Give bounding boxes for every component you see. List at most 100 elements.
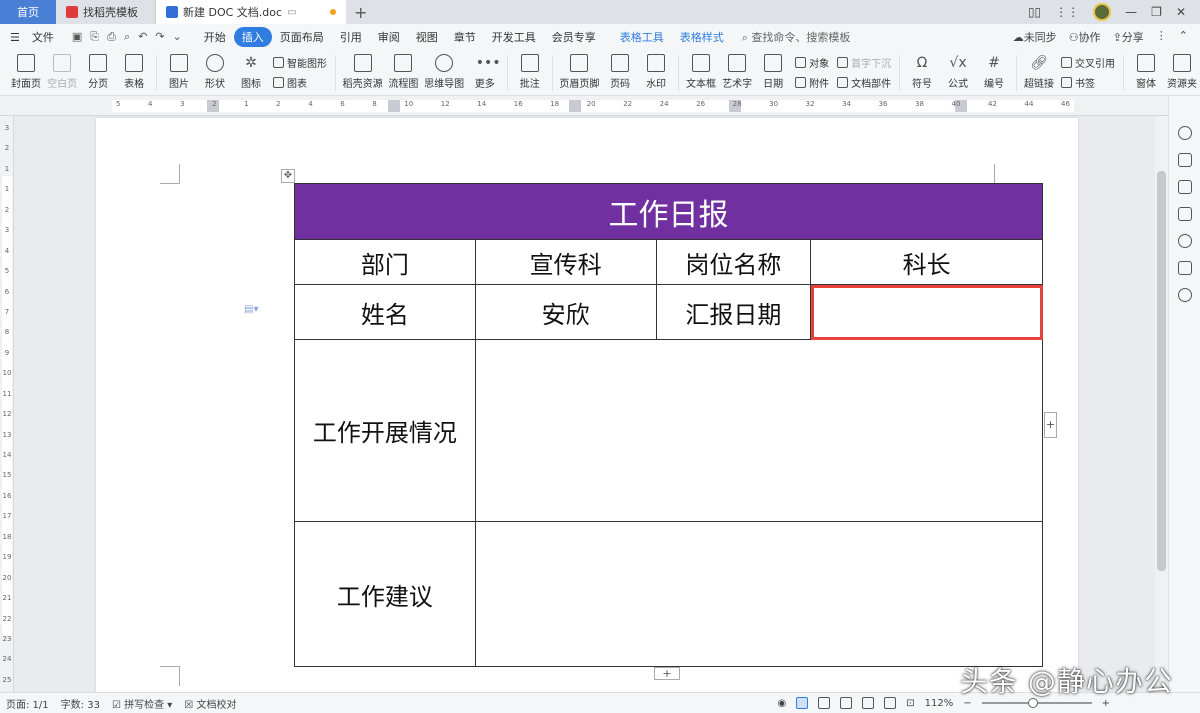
- suggestion-label-cell[interactable]: 工作建议: [294, 521, 476, 667]
- pen-icon[interactable]: [1177, 153, 1192, 167]
- vertical-scrollbar[interactable]: [1155, 116, 1168, 692]
- sync-button[interactable]: ☁未同步: [1013, 29, 1057, 45]
- form-button[interactable]: 窗体: [1132, 54, 1160, 90]
- zoom-level[interactable]: 112%: [925, 698, 954, 709]
- position-label-cell[interactable]: 岗位名称: [655, 239, 812, 285]
- undo-icon[interactable]: ↶: [138, 30, 147, 44]
- menu-references[interactable]: 引用: [332, 27, 370, 47]
- close-icon[interactable]: ✕: [1176, 5, 1186, 19]
- word-count[interactable]: 字数: 33: [61, 696, 100, 711]
- object-button[interactable]: 对象: [795, 55, 829, 70]
- name-label-cell[interactable]: 姓名: [294, 284, 476, 340]
- menu-insert[interactable]: 插入: [233, 27, 272, 47]
- menu-home[interactable]: 开始: [196, 27, 234, 47]
- position-value-cell[interactable]: 科长: [810, 239, 1043, 285]
- comment-button[interactable]: 批注: [516, 54, 544, 90]
- header-footer-button[interactable]: 页眉页脚: [559, 54, 599, 90]
- collab-button[interactable]: ⚇协作: [1069, 29, 1101, 45]
- blank-page-button[interactable]: 空白页: [47, 54, 77, 90]
- hamburger-icon[interactable]: ☰: [10, 31, 20, 44]
- docer-resources-button[interactable]: 稻壳资源: [343, 54, 383, 90]
- symbol-button[interactable]: Ω 符号: [908, 54, 936, 90]
- doc-parts-button[interactable]: 文档部件: [837, 75, 891, 90]
- minimize-icon[interactable]: —: [1125, 5, 1137, 19]
- add-row-button[interactable]: +: [654, 667, 680, 680]
- vertical-ruler[interactable]: 3 2 1 1 2 3 4 5 6 7 8 9 10 11 12 13 14 15 16 17 18 19 20 21 22 23…: [0, 116, 14, 692]
- collapse-icon[interactable]: ⌃: [1179, 29, 1188, 45]
- dept-value-cell[interactable]: 宣传科: [474, 239, 657, 285]
- resource-folder-button[interactable]: 资源夹: [1167, 54, 1197, 90]
- menu-review[interactable]: 审阅: [370, 27, 408, 47]
- page-view-icon[interactable]: [796, 697, 809, 709]
- tab-document[interactable]: 新建 DOC 文档.doc ▭: [156, 0, 346, 24]
- cross-ref-button[interactable]: 交叉引用: [1061, 55, 1115, 70]
- table-move-handle-icon[interactable]: ✥: [281, 169, 295, 183]
- outline-view-icon[interactable]: [818, 697, 831, 709]
- write-view-icon[interactable]: [884, 697, 897, 709]
- horizontal-ruler[interactable]: 5 4 3 2 1 2 4 6 8 10 12 14 16 18 20 22 24 26 28 30 32 34 36 38 4…: [0, 96, 1168, 116]
- menu-table-tools[interactable]: 表格工具: [612, 27, 672, 47]
- sliders-icon[interactable]: [1177, 207, 1192, 221]
- new-tab-button[interactable]: +: [346, 0, 375, 24]
- proofread-button[interactable]: ☒ 文档校对: [184, 696, 236, 711]
- flowchart-button[interactable]: 流程图: [388, 54, 418, 90]
- report-date-label-cell[interactable]: 汇报日期: [655, 284, 812, 340]
- grid-icon[interactable]: ⋮⋮: [1055, 5, 1079, 19]
- report-date-value-cell[interactable]: [810, 284, 1043, 340]
- numbering-button[interactable]: # 编号: [980, 54, 1008, 90]
- suggestion-value-cell[interactable]: [474, 521, 1044, 667]
- print-icon[interactable]: ⎙: [107, 30, 116, 44]
- document-page[interactable]: ✥ ▤▾ 工作日报 部门 宣传科 岗位名称 科长 姓名 安欣 汇报日期 工作开展…: [96, 118, 1078, 692]
- progress-value-cell[interactable]: [474, 339, 1044, 522]
- chart-button[interactable]: 图表: [273, 75, 327, 90]
- hyperlink-button[interactable]: 🔗︎ 超链接: [1024, 54, 1054, 90]
- table-title[interactable]: 工作日报: [294, 183, 1043, 240]
- command-search[interactable]: ⌕ 查找命令、搜索模板: [742, 29, 851, 45]
- monitor-icon[interactable]: ▭: [287, 7, 296, 18]
- zoom-slider[interactable]: [981, 698, 1092, 708]
- save-icon[interactable]: ▣: [72, 30, 82, 44]
- shape-button[interactable]: 形状: [201, 54, 229, 90]
- rocket-icon[interactable]: [1177, 126, 1192, 140]
- menu-file[interactable]: 文件: [24, 27, 62, 47]
- document-canvas[interactable]: ✥ ▤▾ 工作日报 部门 宣传科 岗位名称 科长 姓名 安欣 汇报日期 工作开展…: [14, 116, 1168, 692]
- web-view-icon[interactable]: [862, 697, 875, 709]
- dept-label-cell[interactable]: 部门: [294, 239, 476, 285]
- reading-view-icon[interactable]: [840, 697, 853, 709]
- picture-button[interactable]: 图片: [165, 54, 193, 90]
- date-button[interactable]: 日期: [759, 54, 787, 90]
- menu-member[interactable]: 会员专享: [544, 27, 604, 47]
- table-button[interactable]: 表格: [120, 54, 148, 90]
- more-button[interactable]: ••• 更多: [471, 54, 501, 90]
- location-icon[interactable]: [1177, 288, 1192, 302]
- restore-icon[interactable]: ❐: [1151, 5, 1162, 19]
- menu-view[interactable]: 视图: [408, 27, 446, 47]
- fit-page-icon[interactable]: ⊡: [906, 698, 914, 709]
- menu-layout[interactable]: 页面布局: [272, 27, 332, 47]
- smart-graphic-button[interactable]: 智能图形: [273, 55, 327, 70]
- help-icon[interactable]: [1177, 234, 1192, 248]
- chevron-down-icon[interactable]: ⌄: [173, 30, 182, 44]
- cursor-icon[interactable]: [1177, 180, 1192, 194]
- name-value-cell[interactable]: 安欣: [474, 284, 657, 340]
- share-button[interactable]: ⇪分享: [1113, 29, 1144, 45]
- more-icon[interactable]: ⋮: [1156, 29, 1167, 45]
- eye-protect-icon[interactable]: ◉: [778, 698, 787, 709]
- bookmark-button[interactable]: 书签: [1061, 75, 1115, 90]
- icon-button[interactable]: ✲ 图标: [237, 54, 265, 90]
- attachment-button[interactable]: 附件: [795, 75, 829, 90]
- add-column-button[interactable]: +: [1044, 412, 1057, 438]
- cover-page-button[interactable]: 封面页: [11, 54, 41, 90]
- formula-button[interactable]: √x 公式: [944, 54, 972, 90]
- page-break-button[interactable]: 分页: [84, 54, 112, 90]
- redo-icon[interactable]: ↷: [155, 30, 164, 44]
- page-number-button[interactable]: 页码: [606, 54, 634, 90]
- tab-home[interactable]: 首页: [0, 0, 56, 24]
- word-art-button[interactable]: 艺术字: [722, 54, 752, 90]
- menu-table-style[interactable]: 表格样式: [672, 27, 732, 47]
- avatar[interactable]: [1093, 3, 1112, 21]
- layout-icon[interactable]: ▯▯: [1028, 5, 1041, 19]
- menu-developer[interactable]: 开发工具: [484, 27, 544, 47]
- tab-template[interactable]: 找稻壳模板: [56, 0, 156, 24]
- mind-map-button[interactable]: 思维导图: [424, 54, 464, 90]
